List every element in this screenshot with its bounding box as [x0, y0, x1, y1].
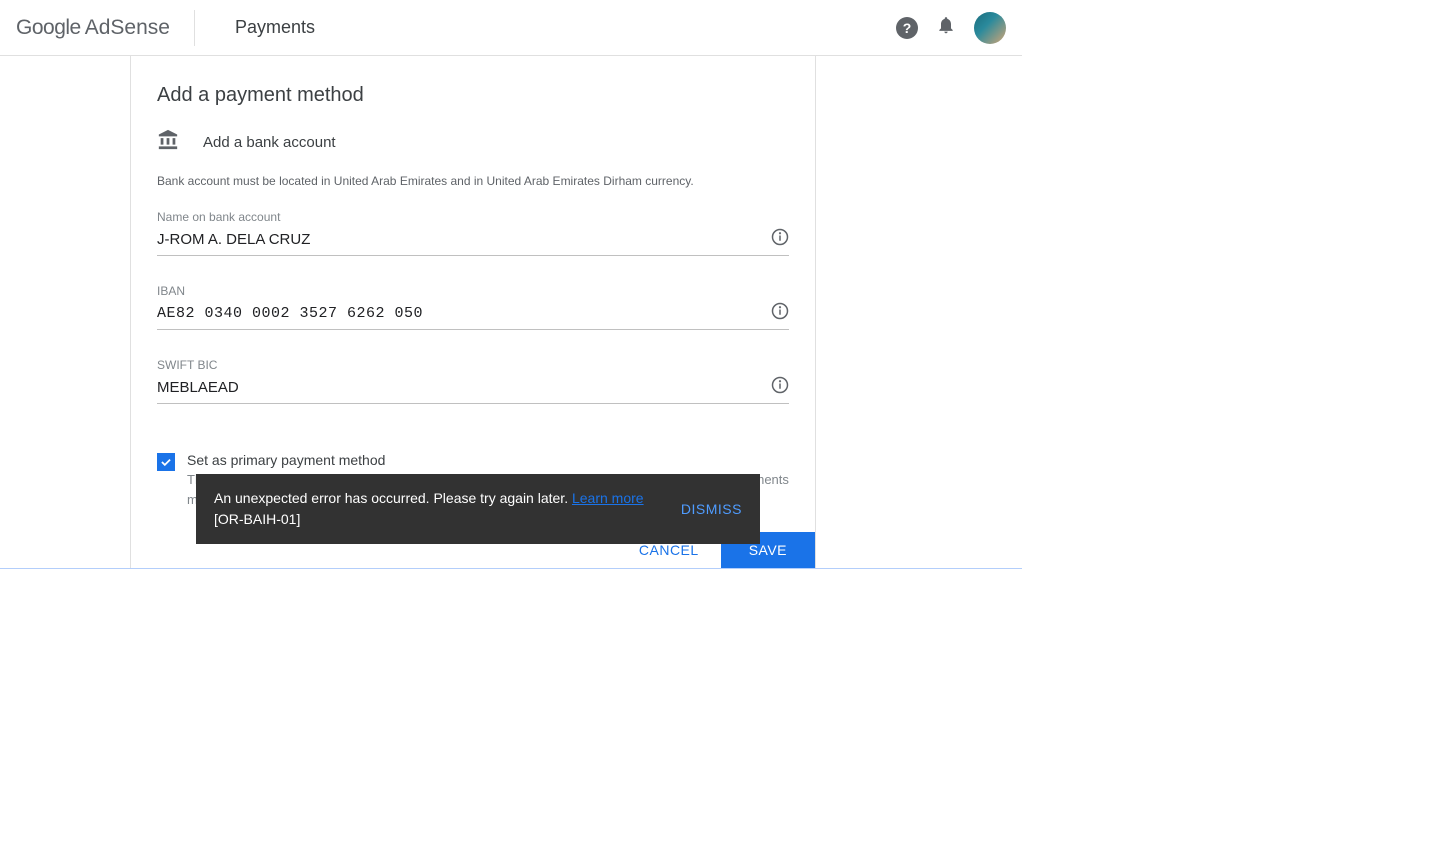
field-name-label: Name on bank account	[157, 210, 789, 224]
help-icon[interactable]: ?	[896, 17, 918, 39]
error-toast: An unexpected error has occurred. Please…	[196, 474, 760, 544]
bank-icon	[157, 129, 179, 156]
logo-google: Google	[16, 16, 81, 40]
swift-input[interactable]	[157, 377, 771, 398]
toast-error-code: [OR-BAIH-01]	[214, 509, 661, 530]
info-icon[interactable]	[771, 376, 789, 399]
card-title: Add a payment method	[157, 84, 789, 107]
subtitle-row: Add a bank account	[157, 129, 789, 156]
field-swift: SWIFT BIC	[157, 358, 789, 404]
field-name: Name on bank account	[157, 210, 789, 256]
requirement-note: Bank account must be located in United A…	[157, 174, 789, 188]
avatar[interactable]	[974, 12, 1006, 44]
logo[interactable]: Google AdSense	[16, 10, 195, 46]
name-input[interactable]	[157, 229, 771, 250]
info-icon[interactable]	[771, 302, 789, 325]
dismiss-button[interactable]: DISMISS	[661, 501, 742, 517]
subtitle-text: Add a bank account	[203, 134, 336, 151]
field-iban-label: IBAN	[157, 284, 789, 298]
iban-input[interactable]	[157, 303, 771, 324]
field-swift-label: SWIFT BIC	[157, 358, 789, 372]
toast-message: An unexpected error has occurred. Please…	[214, 488, 661, 530]
toast-text: An unexpected error has occurred. Please…	[214, 490, 572, 506]
learn-more-link[interactable]: Learn more	[572, 490, 644, 506]
header-actions: ?	[896, 12, 1006, 44]
info-icon[interactable]	[771, 228, 789, 251]
primary-checkbox-label: Set as primary payment method	[187, 452, 789, 468]
page-title: Payments	[235, 17, 315, 38]
primary-checkbox[interactable]	[157, 453, 175, 471]
notifications-icon[interactable]	[936, 15, 956, 40]
logo-adsense: AdSense	[85, 16, 170, 40]
field-iban: IBAN	[157, 284, 789, 330]
app-header: Google AdSense Payments ?	[0, 0, 1022, 56]
content-area: Add a payment method Add a bank account …	[0, 56, 1022, 569]
